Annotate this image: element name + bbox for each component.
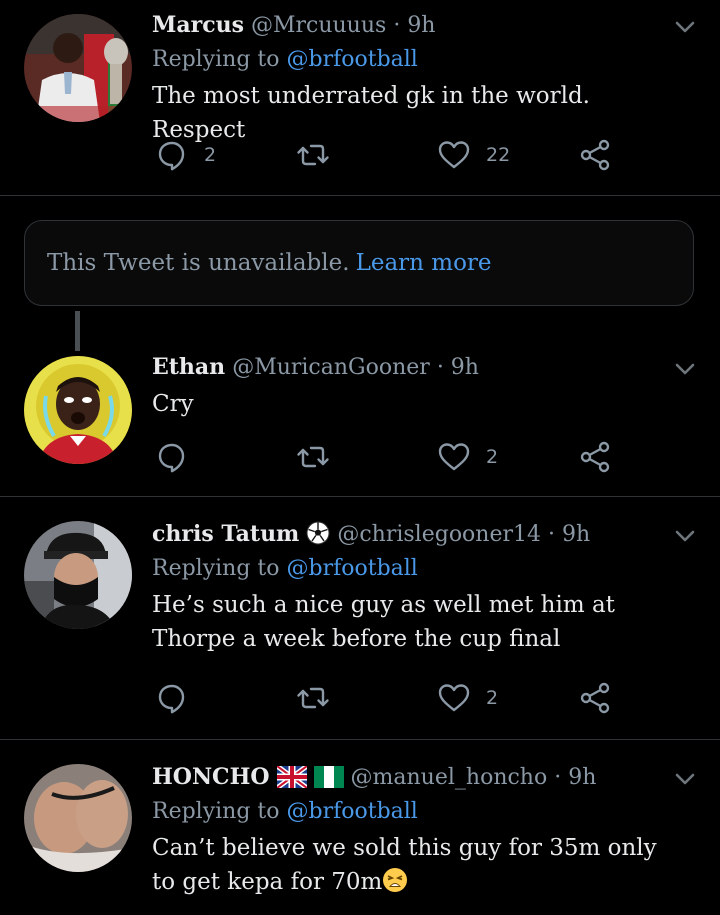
avatar[interactable] bbox=[24, 764, 132, 872]
reply-button[interactable] bbox=[154, 680, 204, 716]
replying-to: Replying to @brfootball bbox=[152, 797, 660, 827]
handle[interactable]: @manuel_honcho bbox=[351, 765, 548, 790]
retweet-button[interactable] bbox=[295, 439, 331, 475]
replying-label: Replying to bbox=[152, 556, 280, 581]
like-icon bbox=[436, 137, 472, 173]
chevron-down-icon[interactable] bbox=[674, 768, 696, 790]
share-icon bbox=[577, 137, 613, 173]
avatar[interactable] bbox=[24, 356, 132, 464]
handle[interactable]: @chrislegooner14 bbox=[337, 522, 541, 547]
handle[interactable]: @MuricanGooner bbox=[232, 355, 430, 380]
reply-icon bbox=[154, 137, 190, 173]
replying-label: Replying to bbox=[152, 47, 280, 72]
share-button[interactable] bbox=[577, 680, 613, 716]
replying-label: Replying to bbox=[152, 799, 280, 824]
like-count: 22 bbox=[486, 144, 511, 166]
chevron-down-icon[interactable] bbox=[674, 358, 696, 380]
reply-button[interactable]: 2 bbox=[154, 137, 216, 173]
display-name[interactable]: chris Tatum bbox=[152, 521, 299, 547]
tired-face-emoji bbox=[383, 868, 408, 892]
avatar-image bbox=[24, 764, 132, 872]
tweet[interactable]: Ethan @MuricanGooner · 9h Cry 2 bbox=[0, 340, 720, 497]
like-button[interactable]: 2 bbox=[436, 439, 498, 475]
like-icon bbox=[436, 680, 472, 716]
handle[interactable]: @Mrcuuuus bbox=[251, 13, 386, 38]
nigeria-flag-icon bbox=[313, 766, 344, 788]
tweet-header: chris Tatum @chrislegooner14 · 9h bbox=[152, 519, 660, 550]
tweet-header: HONCHO @manuel_honcho · 9h bbox=[152, 762, 660, 793]
tweet-actions: 2 bbox=[152, 680, 622, 716]
tweet[interactable]: Marcus @Mrcuuuus · 9h Replying to @brfoo… bbox=[0, 0, 720, 196]
tweet-actions: 2 bbox=[152, 439, 622, 475]
tweet-text: Can’t believe we sold this guy for 35m o… bbox=[152, 831, 660, 899]
chevron-down-icon[interactable] bbox=[674, 525, 696, 547]
tweet-text: Cry bbox=[152, 391, 194, 417]
tweet-header: Marcus @Mrcuuuus · 9h bbox=[152, 10, 660, 41]
unavailable-tweet-notice: This Tweet is unavailable. Learn more bbox=[24, 220, 694, 306]
display-name[interactable]: Marcus bbox=[152, 12, 244, 38]
retweet-button[interactable] bbox=[295, 680, 331, 716]
reply-icon bbox=[154, 439, 190, 475]
tweet-text: He’s such a nice guy as well met him at … bbox=[152, 592, 615, 652]
retweet-icon bbox=[295, 439, 331, 475]
soccer-ball-icon bbox=[306, 521, 330, 545]
like-button[interactable]: 22 bbox=[436, 137, 510, 173]
mention-link[interactable]: @brfootball bbox=[287, 556, 418, 581]
like-count: 2 bbox=[486, 446, 499, 468]
tweet-actions: 2 22 bbox=[152, 137, 622, 173]
reply-count: 2 bbox=[204, 144, 217, 166]
retweet-button[interactable] bbox=[295, 137, 331, 173]
display-name[interactable]: HONCHO bbox=[152, 764, 270, 790]
like-icon bbox=[436, 439, 472, 475]
avatar-image bbox=[24, 14, 132, 122]
mention-link[interactable]: @brfootball bbox=[287, 799, 418, 824]
tweet[interactable]: HONCHO @manuel_honcho · 9h Replying to @… bbox=[0, 740, 720, 915]
retweet-icon bbox=[295, 680, 331, 716]
avatar[interactable] bbox=[24, 521, 132, 629]
timestamp[interactable]: · 9h bbox=[548, 522, 590, 547]
avatar-image bbox=[24, 356, 132, 464]
unavailable-text: This Tweet is unavailable. bbox=[47, 250, 350, 276]
timestamp[interactable]: · 9h bbox=[554, 765, 596, 790]
mention-link[interactable]: @brfootball bbox=[287, 47, 418, 72]
retweet-icon bbox=[295, 137, 331, 173]
share-button[interactable] bbox=[577, 137, 613, 173]
share-button[interactable] bbox=[577, 439, 613, 475]
replying-to: Replying to @brfootball bbox=[152, 45, 660, 75]
like-button[interactable]: 2 bbox=[436, 680, 498, 716]
reply-icon bbox=[154, 680, 190, 716]
like-count: 2 bbox=[486, 687, 499, 709]
avatar[interactable] bbox=[24, 14, 132, 122]
learn-more-link[interactable]: Learn more bbox=[356, 250, 492, 276]
avatar-image bbox=[24, 521, 132, 629]
timestamp[interactable]: · 9h bbox=[437, 355, 479, 380]
timestamp[interactable]: · 9h bbox=[393, 13, 435, 38]
display-name[interactable]: Ethan bbox=[152, 354, 225, 380]
tweet[interactable]: chris Tatum @chrislegooner14 · 9h Replyi… bbox=[0, 497, 720, 740]
chevron-down-icon[interactable] bbox=[674, 16, 696, 38]
reply-button[interactable] bbox=[154, 439, 204, 475]
share-icon bbox=[577, 439, 613, 475]
tweet-header: Ethan @MuricanGooner · 9h bbox=[152, 352, 660, 383]
share-icon bbox=[577, 680, 613, 716]
uk-flag-icon bbox=[276, 766, 307, 788]
replying-to: Replying to @brfootball bbox=[152, 554, 660, 584]
